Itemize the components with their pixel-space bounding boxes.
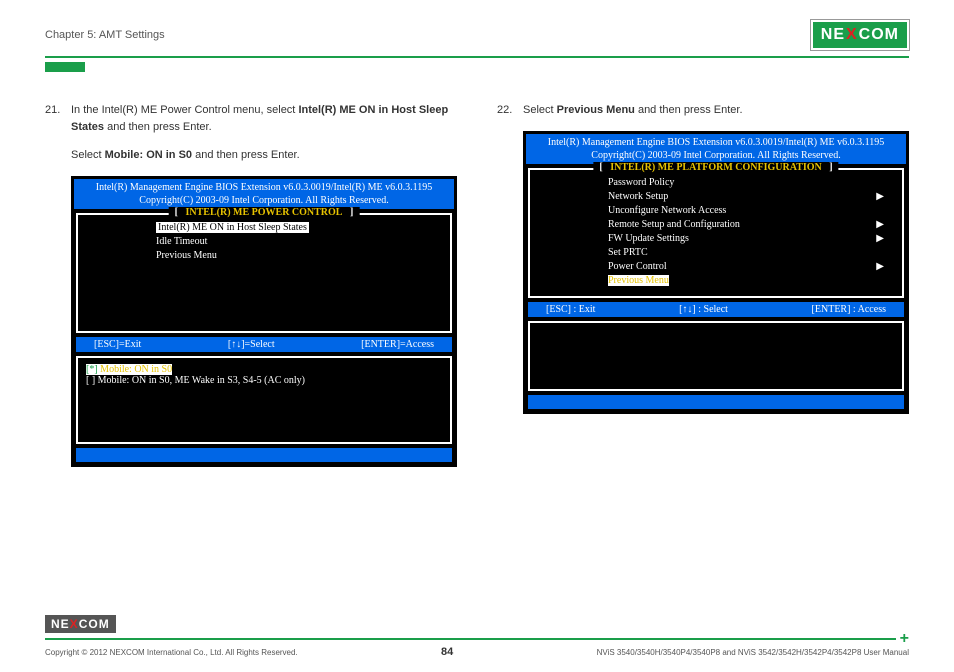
bios-platform-config-section: [ INTEL(R) ME PLATFORM CONFIGURATION ] P… [528, 168, 904, 298]
footer-plus-icon: + [900, 635, 909, 643]
manual-name: NViS 3540/3540H/3540P4/3540P8 and NViS 3… [597, 648, 909, 657]
copyright-text: Copyright © 2012 NEXCOM International Co… [45, 648, 298, 657]
footer-rule [45, 638, 896, 640]
bios-item-host-sleep[interactable]: Intel(R) ME ON in Host Sleep States [156, 222, 309, 233]
page-number: 84 [441, 646, 453, 658]
bios-section-title: [ INTEL(R) ME POWER CONTROL ] [169, 207, 360, 218]
bios-item-fw-update[interactable]: FW Update Settings [608, 232, 689, 246]
bios-item-network-setup[interactable]: Network Setup [608, 190, 668, 204]
bios-item-password-policy[interactable]: Password Policy [608, 176, 894, 190]
bios-banner: Intel(R) Management Engine BIOS Extensio… [526, 134, 906, 164]
bios-options-section: [*] Mobile: ON in S0 [ ] Mobile: ON in S… [76, 356, 452, 444]
bios-item-power-control[interactable]: Power Control [608, 260, 667, 274]
bios-item-unconfigure-network[interactable]: Unconfigure Network Access [608, 204, 894, 218]
nexcom-logo: NEXCOM [811, 20, 909, 50]
bios-option-mobile-wake[interactable]: [ ] Mobile: ON in S0, ME Wake in S3, S4-… [86, 375, 442, 386]
bios-bottom-bar [528, 395, 904, 409]
bios-item-previous-menu[interactable]: Previous Menu [156, 249, 442, 263]
arrow-right-icon: ▶ [876, 218, 884, 232]
bios-item-remote-setup[interactable]: Remote Setup and Configuration [608, 218, 740, 232]
arrow-right-icon: ▶ [876, 190, 884, 204]
bios-item-set-prtc[interactable]: Set PRTC [608, 246, 894, 260]
page-footer: NEXCOM + Copyright © 2012 NEXCOM Interna… [45, 615, 909, 658]
step-21: 21. In the Intel(R) ME Power Control men… [45, 102, 457, 164]
logo-top: NEXCOM [811, 20, 909, 50]
header-tab [45, 62, 85, 72]
bios-menu: Intel(R) ME ON in Host Sleep States Idle… [86, 221, 442, 323]
bios-item-previous-menu-selected[interactable]: Previous Menu [608, 275, 669, 286]
bios-screen-right: Intel(R) Management Engine BIOS Extensio… [523, 131, 909, 414]
arrow-right-icon: ▶ [876, 232, 884, 246]
right-column: 22. Select Previous Menu and then press … [497, 102, 909, 467]
bios-screen-left: Intel(R) Management Engine BIOS Extensio… [71, 176, 457, 467]
bios-keyrow: [ESC]=Exit [↑↓]=Select [ENTER]=Access [76, 337, 452, 352]
page-header: Chapter 5: AMT Settings NEXCOM [45, 20, 909, 50]
bios-bottom-bar [76, 448, 452, 462]
content-columns: 21. In the Intel(R) ME Power Control men… [45, 102, 909, 467]
arrow-right-icon: ▶ [876, 260, 884, 274]
bios-menu: Password Policy Network Setup ▶ Unconfigu… [538, 176, 894, 288]
step-22: 22. Select Previous Menu and then press … [497, 102, 909, 119]
bios-option-mobile-s0[interactable]: [*] Mobile: ON in S0 [86, 364, 442, 375]
bios-empty-section [528, 321, 904, 391]
bios-power-control-section: [ INTEL(R) ME POWER CONTROL ] Intel(R) M… [76, 213, 452, 333]
footer-nexcom-logo: NEXCOM [45, 615, 116, 633]
bios-item-idle-timeout[interactable]: Idle Timeout [156, 235, 442, 249]
left-column: 21. In the Intel(R) ME Power Control men… [45, 102, 457, 467]
chapter-title: Chapter 5: AMT Settings [45, 29, 165, 41]
header-rule [45, 56, 909, 58]
bios-section-title: [ INTEL(R) ME PLATFORM CONFIGURATION ] [593, 162, 838, 173]
bios-keyrow: [ESC] : Exit [↑↓] : Select [ENTER] : Acc… [528, 302, 904, 317]
bios-banner: Intel(R) Management Engine BIOS Extensio… [74, 179, 454, 209]
